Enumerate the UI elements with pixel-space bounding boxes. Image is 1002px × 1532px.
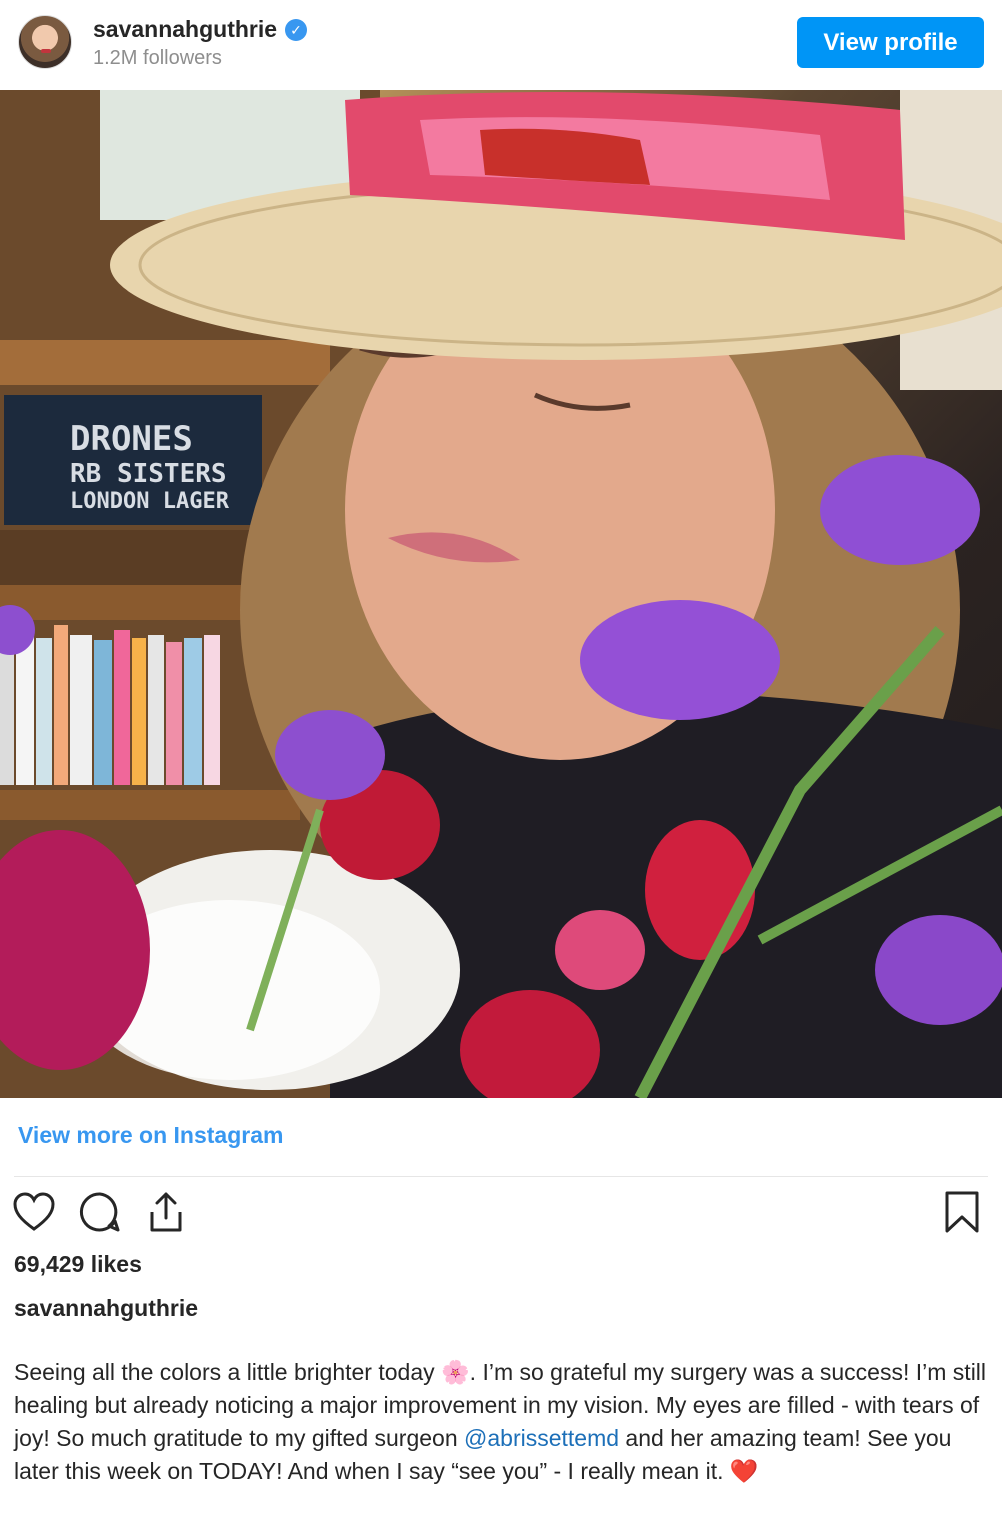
share-upload-icon[interactable] <box>144 1190 188 1234</box>
divider <box>14 1176 988 1177</box>
flower-emoji: 🌸 <box>441 1359 470 1385</box>
view-more-on-instagram-link[interactable]: View more on Instagram <box>18 1122 283 1149</box>
avatar[interactable] <box>18 15 72 69</box>
post-header: savannahguthrie ✓ 1.2M followers View pr… <box>0 0 1002 90</box>
caption-mention-link[interactable]: @abrissettemd <box>464 1425 619 1451</box>
username[interactable]: savannahguthrie <box>93 16 277 43</box>
sign-line-3: LONDON LAGER <box>70 489 230 514</box>
caption-part-1: Seeing all the colors a little brighter … <box>14 1359 442 1385</box>
verified-badge-icon: ✓ <box>285 18 308 41</box>
photo-illustration: DRONES RB SISTERS LONDON LAGER <box>0 90 1002 1098</box>
sign-line-2: RB SISTERS <box>70 459 227 489</box>
follower-count: 1.2M followers <box>93 47 222 69</box>
post-photo[interactable]: DRONES RB SISTERS LONDON LAGER <box>0 90 1002 1098</box>
caption-text: Seeing all the colors a little brighter … <box>14 1356 989 1488</box>
action-bar <box>0 1190 1002 1238</box>
caption-username[interactable]: savannahguthrie <box>14 1295 198 1322</box>
heart-emoji: ❤️ <box>729 1458 759 1484</box>
heart-icon[interactable] <box>12 1190 56 1234</box>
like-count: 69,429 likes <box>14 1251 142 1277</box>
sign-line-1: DRONES <box>70 419 193 459</box>
comment-bubble-icon[interactable] <box>78 1190 122 1234</box>
bookmark-icon[interactable] <box>940 1190 984 1234</box>
username-row[interactable]: savannahguthrie ✓ <box>93 16 308 43</box>
view-profile-button[interactable]: View profile <box>797 17 984 68</box>
